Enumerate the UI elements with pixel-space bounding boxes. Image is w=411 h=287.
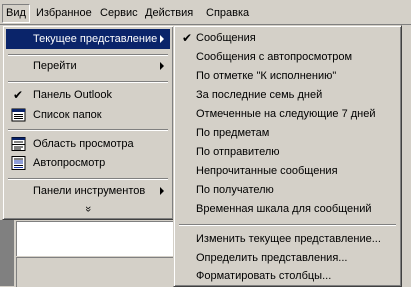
menu-item-label: Форматировать столбцы... [196, 270, 332, 282]
view-option-by-subject[interactable]: По предметам [177, 123, 398, 143]
menu-item-toolbars[interactable]: Панели инструментов [6, 181, 170, 201]
view-option-timeline[interactable]: Временная шкала для сообщений [177, 199, 398, 219]
preview-pane-icon [11, 137, 26, 151]
menu-item-label: Отмеченные на следующие 7 дней [196, 108, 376, 120]
menu-favorites[interactable]: Избранное [33, 5, 95, 21]
menu-item-label: По отметке "К исполнению" [196, 70, 337, 82]
view-option-autopreview[interactable]: Сообщения с автопросмотром [177, 47, 398, 67]
view-option-by-follow-up-flag[interactable]: По отметке "К исполнению" [177, 66, 398, 86]
view-option-last-seven-days[interactable]: За последние семь дней [177, 85, 398, 105]
preview-pane [16, 257, 177, 287]
menu-item-label: Непрочитанные сообщения [196, 165, 338, 177]
view-option-messages[interactable]: ✔ Сообщения [177, 28, 398, 48]
menu-item-folder-list[interactable]: Список папок [6, 105, 170, 125]
menu-item-label: Автопросмотр [33, 157, 106, 169]
menu-item-autopreview[interactable]: Автопросмотр [6, 153, 170, 173]
menu-tools[interactable]: Сервис [97, 5, 141, 21]
menu-item-label: Сообщения [196, 32, 256, 44]
menu-item-label: Временная шкала для сообщений [196, 203, 372, 215]
menu-actions[interactable]: Действия [142, 5, 196, 21]
current-view-submenu: ✔ Сообщения Сообщения с автопросмотром П… [173, 25, 402, 287]
menu-help[interactable]: Справка [203, 5, 252, 21]
menu-item-label: Перейти [33, 60, 77, 72]
menu-item-label: Панели инструментов [33, 185, 146, 197]
menu-item-label: Панель Outlook [33, 89, 112, 101]
folder-list-icon [11, 108, 26, 122]
menu-item-label: Определить представления... [196, 252, 348, 264]
menu-item-label: Область просмотра [33, 138, 134, 150]
menu-item-label: По отправителю [196, 146, 280, 158]
submenu-arrow-icon [160, 35, 164, 43]
menu-item-go-to[interactable]: Перейти [6, 56, 170, 76]
format-columns[interactable]: Форматировать столбцы... [177, 266, 398, 286]
menu-item-label: По получателю [196, 184, 274, 196]
menu-item-label: Сообщения с автопросмотром [196, 51, 353, 63]
view-option-by-sender[interactable]: По отправителю [177, 142, 398, 162]
checkmark-icon: ✔ [182, 31, 193, 45]
menu-item-label: Список папок [33, 109, 102, 121]
menu-separator [8, 129, 168, 131]
menu-view[interactable]: Вид [2, 4, 30, 23]
folder-pane [16, 221, 177, 256]
submenu-arrow-icon [160, 187, 164, 195]
menu-separator [8, 178, 168, 180]
menu-item-preview-pane[interactable]: Область просмотра [6, 134, 170, 154]
view-option-by-recipient[interactable]: По получателю [177, 180, 398, 200]
menu-separator [8, 81, 168, 83]
checkmark-icon: ✔ [13, 88, 24, 102]
view-menu: Текущее представление Перейти ✔ Панель O… [2, 25, 174, 220]
expand-menu-icon[interactable]: » [81, 202, 95, 216]
view-option-unread[interactable]: Непрочитанные сообщения [177, 161, 398, 181]
autopreview-icon [11, 156, 26, 170]
submenu-arrow-icon [160, 62, 164, 70]
menu-separator [179, 224, 396, 226]
menu-item-current-view[interactable]: Текущее представление [6, 29, 170, 49]
menu-item-label: Изменить текущее представление... [196, 233, 381, 245]
outlook-bar-edge [0, 220, 14, 286]
menu-item-label: По предметам [196, 127, 270, 139]
customize-current-view[interactable]: Изменить текущее представление... [177, 229, 398, 249]
menu-item-label: Текущее представление [33, 33, 158, 45]
menu-bar: Вид Избранное Сервис Действия Справка [0, 0, 411, 25]
define-views[interactable]: Определить представления... [177, 248, 398, 268]
menu-item-outlook-bar[interactable]: ✔ Панель Outlook [6, 85, 170, 105]
menu-item-label: За последние семь дней [196, 89, 323, 101]
view-option-flagged-next-7-days[interactable]: Отмеченные на следующие 7 дней [177, 104, 398, 124]
